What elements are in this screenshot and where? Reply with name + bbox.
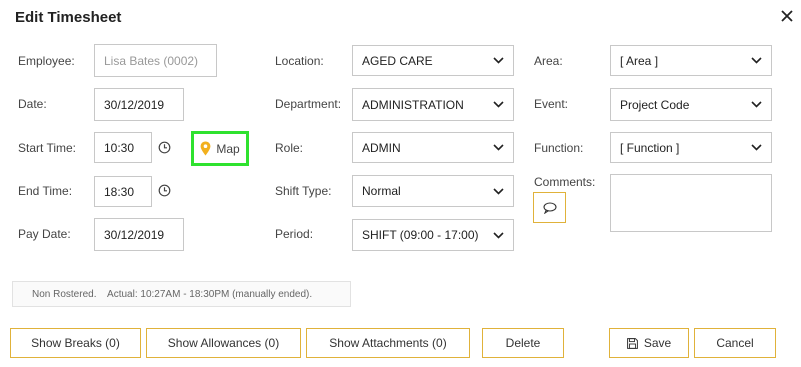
status-text: Non Rostered. Actual: 10:27AM - 18:30PM … [32, 288, 313, 300]
save-button[interactable]: Save [609, 328, 689, 358]
floppy-disk-icon [626, 337, 638, 349]
employee-value: Lisa Bates (0002) [104, 53, 199, 68]
comments-textarea[interactable] [610, 174, 772, 232]
cancel-button[interactable]: Cancel [694, 328, 776, 358]
start-time-value: 10:30 [104, 140, 135, 155]
start-time-clock-button[interactable] [158, 141, 171, 154]
show-attachments-button[interactable]: Show Attachments (0) [306, 328, 470, 358]
end-time-value: 18:30 [104, 184, 135, 199]
map-button-label: Map [216, 141, 240, 156]
location-value: AGED CARE [362, 53, 433, 68]
show-allowances-label: Show Allowances (0) [167, 336, 280, 350]
chevron-down-icon [493, 57, 504, 64]
shift-type-value: Normal [362, 184, 401, 198]
show-allowances-button[interactable]: Show Allowances (0) [146, 328, 301, 358]
event-value: Project Code [620, 97, 690, 112]
end-time-field[interactable]: 18:30 [94, 176, 152, 207]
dialog-title: Edit Timesheet [15, 9, 122, 26]
show-breaks-button[interactable]: Show Breaks (0) [10, 328, 141, 358]
map-pin-icon [200, 141, 211, 156]
role-value: ADMIN [362, 140, 401, 155]
department-select[interactable]: ADMINISTRATION [352, 88, 514, 121]
chevron-down-icon [493, 231, 504, 239]
chevron-down-icon [751, 101, 762, 108]
employee-field: Lisa Bates (0002) [94, 44, 217, 77]
area-label: Area: [534, 54, 563, 68]
shift-type-label: Shift Type: [275, 184, 332, 198]
show-attachments-label: Show Attachments (0) [329, 336, 447, 350]
show-breaks-label: Show Breaks (0) [31, 336, 120, 350]
role-select[interactable]: ADMIN [352, 132, 514, 163]
pay-date-field[interactable]: 30/12/2019 [94, 218, 184, 251]
cancel-label: Cancel [716, 336, 754, 350]
chevron-down-icon [751, 144, 762, 151]
department-label: Department: [275, 97, 342, 111]
start-time-field[interactable]: 10:30 [94, 132, 152, 163]
pay-date-value: 30/12/2019 [104, 227, 165, 242]
end-time-label: End Time: [18, 184, 73, 198]
comment-button[interactable] [533, 192, 566, 223]
chevron-down-icon [751, 57, 762, 64]
chevron-down-icon [493, 101, 504, 108]
chevron-down-icon [493, 187, 504, 195]
date-value: 30/12/2019 [104, 97, 165, 112]
delete-label: Delete [505, 336, 541, 350]
pay-date-label: Pay Date: [18, 227, 71, 241]
status-bar: Non Rostered. Actual: 10:27AM - 18:30PM … [12, 281, 351, 307]
function-select[interactable]: [ Function ] [610, 132, 772, 163]
map-button[interactable]: Map [191, 131, 249, 166]
function-value: [ Function ] [620, 140, 680, 155]
clock-icon [158, 184, 171, 197]
location-select[interactable]: AGED CARE [352, 45, 514, 76]
role-label: Role: [275, 141, 304, 155]
period-label: Period: [275, 227, 314, 241]
event-label: Event: [534, 97, 569, 111]
function-label: Function: [534, 141, 584, 155]
start-time-label: Start Time: [18, 141, 77, 155]
area-select[interactable]: [ Area ] [610, 45, 772, 76]
save-label: Save [643, 336, 672, 350]
clock-icon [158, 141, 171, 154]
speech-bubble-icon [542, 201, 557, 214]
department-value: ADMINISTRATION [362, 97, 464, 112]
area-value: [ Area ] [620, 53, 659, 68]
period-value: SHIFT (09:00 - 17:00) [362, 228, 479, 242]
shift-type-select[interactable]: Normal [352, 175, 514, 207]
date-label: Date: [18, 97, 47, 111]
end-time-clock-button[interactable] [158, 184, 171, 197]
location-label: Location: [275, 54, 324, 68]
employee-label: Employee: [18, 54, 75, 68]
delete-button[interactable]: Delete [482, 328, 564, 358]
close-button[interactable] [779, 8, 795, 24]
date-field[interactable]: 30/12/2019 [94, 88, 184, 121]
comments-label: Comments: [534, 175, 596, 189]
period-select[interactable]: SHIFT (09:00 - 17:00) [352, 219, 514, 251]
chevron-down-icon [493, 144, 504, 151]
close-icon [781, 10, 793, 22]
event-select[interactable]: Project Code [610, 88, 772, 121]
